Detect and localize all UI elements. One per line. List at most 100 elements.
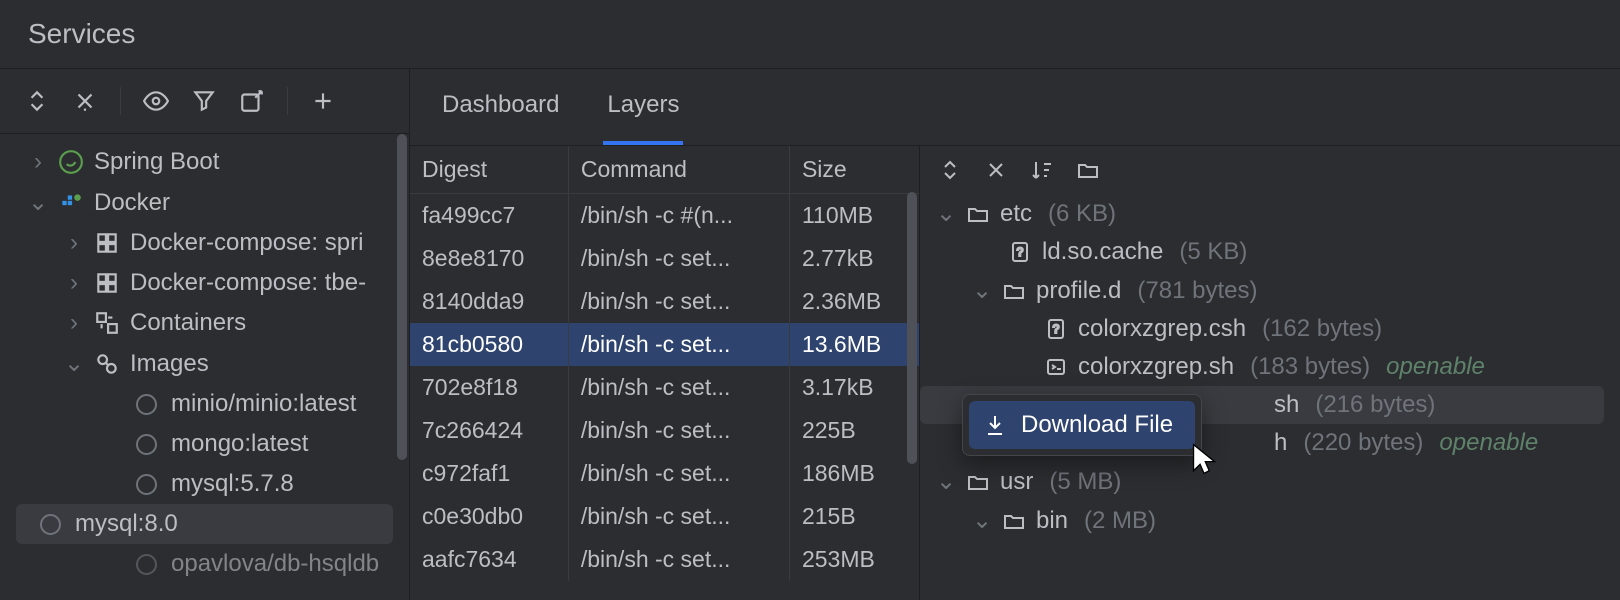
- tree-node-docker[interactable]: ⌄ Docker: [0, 182, 409, 223]
- tree-node-containers[interactable]: › Containers: [0, 303, 409, 343]
- cell-command: /bin/sh -c set...: [568, 280, 789, 323]
- filter-icon[interactable]: [191, 88, 217, 114]
- node-name: sh: [1274, 391, 1299, 419]
- left-toolbar: [0, 69, 409, 134]
- tree-label: mysql:5.7.8: [171, 470, 294, 498]
- chevron-right-icon[interactable]: ›: [64, 229, 84, 257]
- spring-icon: [58, 149, 84, 175]
- tab-layers[interactable]: Layers: [603, 69, 683, 145]
- table-row[interactable]: 8e8e8170/bin/sh -c set...2.77kB: [410, 237, 919, 280]
- cell-digest: 81cb0580: [410, 323, 568, 366]
- tab-dashboard[interactable]: Dashboard: [438, 69, 563, 145]
- sort-icon[interactable]: [1030, 158, 1054, 182]
- folder-node-usr[interactable]: ⌄ usr (5 MB): [920, 462, 1620, 501]
- services-tree[interactable]: › Spring Boot ⌄ Docker › Docker-compose:…: [0, 134, 409, 600]
- chevron-down-icon[interactable]: ⌄: [936, 467, 956, 496]
- cell-size: 186MB: [789, 452, 919, 495]
- node-size: (220 bytes): [1303, 429, 1423, 457]
- tree-node-image[interactable]: mysql:5.7.8: [0, 464, 409, 504]
- cell-size: 13.6MB: [789, 323, 919, 366]
- file-tree[interactable]: ⌄ etc (6 KB) ? ld.so.cache (5 KB) ⌄ prof…: [920, 194, 1620, 600]
- tree-node-spring-boot[interactable]: › Spring Boot: [0, 142, 409, 182]
- file-tree-toolbar: [920, 146, 1620, 194]
- node-size: (5 MB): [1049, 468, 1121, 496]
- layers-table: Digest Command Size fa499cc7/bin/sh -c #…: [410, 146, 920, 600]
- scrollbar[interactable]: [395, 134, 409, 600]
- cell-digest: 7c266424: [410, 409, 568, 452]
- tree-node-image[interactable]: minio/minio:latest: [0, 384, 409, 424]
- folder-node-etc[interactable]: ⌄ etc (6 KB): [920, 194, 1620, 233]
- table-row[interactable]: fa499cc7/bin/sh -c #(n...110MB: [410, 194, 919, 238]
- col-command[interactable]: Command: [568, 146, 789, 194]
- cell-size: 215B: [789, 495, 919, 538]
- expand-collapse-icon[interactable]: [24, 88, 50, 114]
- cell-size: 2.77kB: [789, 237, 919, 280]
- radio-icon: [136, 434, 157, 455]
- tree-node-compose[interactable]: › Docker-compose: spri: [0, 223, 409, 263]
- tree-node-image[interactable]: opavlova/db-hsqldb: [0, 544, 409, 584]
- file-unknown-icon: ?: [1008, 240, 1032, 264]
- table-row[interactable]: aafc7634/bin/sh -c set...253MB: [410, 538, 919, 581]
- toolbar-separator: [120, 87, 121, 115]
- node-size: (162 bytes): [1262, 315, 1382, 343]
- tree-label: Docker-compose: tbe-: [130, 269, 366, 297]
- table-row[interactable]: c972faf1/bin/sh -c set...186MB: [410, 452, 919, 495]
- chevron-right-icon[interactable]: ›: [28, 148, 48, 176]
- tree-node-compose[interactable]: › Docker-compose: tbe-: [0, 263, 409, 303]
- chevron-right-icon[interactable]: ›: [64, 269, 84, 297]
- radio-icon: [136, 554, 157, 575]
- tree-node-images[interactable]: ⌄ Images: [0, 343, 409, 384]
- table-row[interactable]: c0e30db0/bin/sh -c set...215B: [410, 495, 919, 538]
- chevron-down-icon[interactable]: ⌄: [972, 506, 992, 535]
- file-node[interactable]: ? colorxzgrep.csh (162 bytes): [920, 310, 1620, 348]
- close-icon[interactable]: [984, 158, 1008, 182]
- node-name: etc: [1000, 200, 1032, 228]
- table-row[interactable]: 81cb0580/bin/sh -c set...13.6MB: [410, 323, 919, 366]
- node-size: (781 bytes): [1137, 277, 1257, 305]
- tree-node-image-selected[interactable]: mysql:8.0: [16, 504, 393, 544]
- radio-icon: [40, 514, 61, 535]
- node-name: usr: [1000, 468, 1033, 496]
- cell-command: /bin/sh -c set...: [568, 237, 789, 280]
- table-row[interactable]: 7c266424/bin/sh -c set...225B: [410, 409, 919, 452]
- folder-icon: [1002, 509, 1026, 533]
- chevron-down-icon[interactable]: ⌄: [28, 188, 48, 217]
- chevron-down-icon[interactable]: ⌄: [64, 349, 84, 378]
- tree-node-image[interactable]: mongo:latest: [0, 424, 409, 464]
- main-area: › Spring Boot ⌄ Docker › Docker-compose:…: [0, 69, 1620, 600]
- node-size: (216 bytes): [1315, 391, 1435, 419]
- cell-digest: c0e30db0: [410, 495, 568, 538]
- new-window-icon[interactable]: [239, 88, 265, 114]
- tree-label: Docker-compose: spri: [130, 229, 363, 257]
- col-digest[interactable]: Digest: [410, 146, 568, 194]
- file-node[interactable]: colorxzgrep.sh (183 bytes) openable: [920, 348, 1620, 386]
- chevron-right-icon[interactable]: ›: [64, 309, 84, 337]
- radio-icon: [136, 394, 157, 415]
- collapse-all-icon[interactable]: [72, 88, 98, 114]
- node-name: profile.d: [1036, 277, 1121, 305]
- context-menu[interactable]: Download File: [962, 394, 1202, 456]
- cell-size: 253MB: [789, 538, 919, 581]
- cell-digest: 702e8f18: [410, 366, 568, 409]
- chevron-down-icon[interactable]: ⌄: [972, 276, 992, 305]
- folder-node-bin[interactable]: ⌄ bin (2 MB): [920, 501, 1620, 540]
- cell-digest: aafc7634: [410, 538, 568, 581]
- docker-icon: [58, 190, 84, 216]
- panel-title: Services: [0, 0, 1620, 69]
- scrollbar[interactable]: [905, 146, 919, 600]
- table-row[interactable]: 702e8f18/bin/sh -c set...3.17kB: [410, 366, 919, 409]
- folder-node-profiled[interactable]: ⌄ profile.d (781 bytes): [920, 271, 1620, 310]
- table-row[interactable]: 8140dda9/bin/sh -c set...2.36MB: [410, 280, 919, 323]
- expand-collapse-icon[interactable]: [938, 158, 962, 182]
- chevron-down-icon[interactable]: ⌄: [936, 199, 956, 228]
- file-node[interactable]: ? ld.so.cache (5 KB): [920, 233, 1620, 271]
- folder-icon[interactable]: [1076, 158, 1100, 182]
- eye-icon[interactable]: [143, 88, 169, 114]
- cell-size: 110MB: [789, 194, 919, 238]
- add-icon[interactable]: [310, 88, 336, 114]
- col-size[interactable]: Size: [789, 146, 919, 194]
- node-name: ld.so.cache: [1042, 238, 1163, 266]
- context-download-file[interactable]: Download File: [969, 401, 1195, 449]
- left-pane: › Spring Boot ⌄ Docker › Docker-compose:…: [0, 69, 410, 600]
- grid-icon: [94, 270, 120, 296]
